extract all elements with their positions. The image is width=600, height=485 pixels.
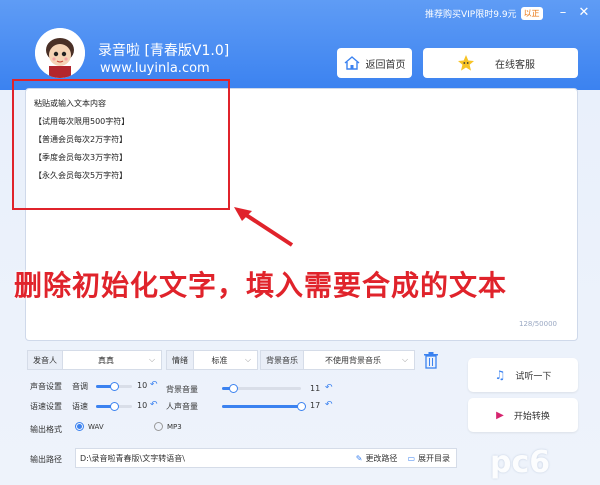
- listen-button[interactable]: ♫ 试听一下: [468, 358, 578, 392]
- emotion-label: 情绪: [167, 351, 194, 369]
- convert-label: 开始转换: [513, 411, 550, 422]
- bgm-select[interactable]: 背景音乐 不使用背景音乐 ⌵: [260, 350, 415, 370]
- bg-volume-value: 11: [310, 384, 321, 393]
- speed-setting-label: 语速设置: [30, 402, 62, 411]
- convert-button[interactable]: ▶ 开始转换: [468, 398, 578, 432]
- trash-icon[interactable]: [423, 351, 439, 369]
- minimize-icon[interactable]: –: [556, 5, 570, 20]
- bg-volume-slider[interactable]: [222, 384, 301, 393]
- bg-volume-slider-handle[interactable]: [228, 384, 238, 393]
- reset-icon[interactable]: ↶: [150, 380, 158, 390]
- speed-slider[interactable]: [96, 402, 132, 411]
- home-button[interactable]: 返回首页: [337, 48, 412, 78]
- emotion-select[interactable]: 情绪 标准 ⌵: [166, 350, 258, 370]
- output-path-value: D:\录音啦青春版\文字转语音\: [80, 453, 185, 463]
- app-title: 录音啦 [青春版V1.0]: [98, 43, 230, 59]
- bgm-label: 背景音乐: [261, 351, 304, 369]
- watermark: pc6: [490, 445, 551, 480]
- speed-value: 10: [137, 401, 148, 410]
- voice-volume-slider[interactable]: [222, 402, 306, 411]
- speaker-label: 发音人: [28, 351, 63, 369]
- open-dir-button[interactable]: ▭ 展开目录: [407, 453, 450, 464]
- edit-icon: ✎: [355, 453, 363, 463]
- chevron-down-icon: ⌵: [402, 355, 409, 364]
- listen-label: 试听一下: [515, 371, 552, 382]
- change-path-label: 更改路径: [365, 453, 398, 463]
- speed-slider-handle[interactable]: [109, 402, 119, 411]
- reset-icon[interactable]: ↶: [325, 383, 333, 393]
- pitch-label: 音调: [72, 382, 88, 391]
- speaker-select[interactable]: 发音人 真真 ⌵: [27, 350, 162, 370]
- cartoon-avatar-icon: [35, 28, 85, 78]
- header-bar: 推荐购买VIP限时9.9元 以正 – ✕ 录音啦 [青春版V1.0] www.l…: [0, 0, 600, 90]
- folder-icon: ▭: [407, 453, 415, 463]
- output-format-label: 输出格式: [30, 425, 62, 434]
- app-window: 推荐购买VIP限时9.9元 以正 – ✕ 录音啦 [青春版V1.0] www.l…: [0, 0, 600, 485]
- annotation-highlight-box: [12, 79, 230, 210]
- vip-promo[interactable]: 推荐购买VIP限时9.9元 以正: [425, 7, 543, 20]
- format-wav-label: WAV: [88, 422, 104, 431]
- online-service-label: 在线客服: [495, 59, 535, 71]
- online-service-button[interactable]: 在线客服: [423, 48, 578, 78]
- pitch-slider[interactable]: [96, 382, 132, 391]
- pitch-slider-handle[interactable]: [109, 382, 119, 391]
- chevron-down-icon: ⌵: [245, 355, 252, 364]
- char-counter: 128/50000: [519, 320, 557, 328]
- speaker-value: 真真: [98, 355, 114, 365]
- reset-icon[interactable]: ↶: [150, 400, 158, 410]
- voice-volume-label: 人声音量: [166, 402, 198, 411]
- speed-label: 语速: [72, 402, 88, 411]
- voice-volume-slider-fill: [222, 405, 301, 408]
- emotion-value: 标准: [211, 355, 228, 365]
- voice-volume-value: 17: [310, 401, 321, 410]
- format-mp3-label: MP3: [167, 422, 182, 431]
- format-mp3-radio[interactable]: MP3: [154, 422, 182, 431]
- radio-unselected-icon: [154, 422, 163, 431]
- format-wav-radio[interactable]: WAV: [75, 422, 104, 431]
- music-note-icon: ♫: [494, 368, 506, 382]
- bgm-value: 不使用背景音乐: [325, 355, 381, 365]
- voice-setting-label: 声音设置: [30, 382, 62, 391]
- reset-icon[interactable]: ↶: [325, 400, 333, 410]
- voice-volume-slider-handle[interactable]: [296, 402, 306, 411]
- vip-badge: 以正: [520, 7, 543, 20]
- output-path-label: 输出路径: [30, 455, 62, 464]
- home-button-label: 返回首页: [365, 59, 406, 71]
- home-icon: [344, 56, 359, 70]
- play-icon: ▶: [496, 409, 504, 421]
- bg-volume-label: 背景音量: [166, 385, 198, 394]
- vip-promo-text: 推荐购买VIP限时9.9元: [425, 10, 517, 20]
- avatar: [35, 28, 85, 78]
- chevron-down-icon: ⌵: [149, 355, 156, 364]
- open-dir-label: 展开目录: [418, 453, 450, 463]
- output-path-field[interactable]: D:\录音啦青春版\文字转语音\ ✎ 更改路径 ▭ 展开目录: [75, 448, 457, 468]
- close-icon[interactable]: ✕: [577, 5, 591, 20]
- radio-selected-icon: [75, 422, 84, 431]
- app-url: www.luyinla.com: [100, 61, 210, 76]
- annotation-text: 删除初始化文字，填入需要合成的文本: [14, 269, 508, 302]
- annotation-arrow-icon: [234, 207, 294, 247]
- pitch-value: 10: [137, 381, 148, 390]
- change-path-button[interactable]: ✎ 更改路径: [356, 453, 398, 464]
- star-face-icon: [458, 55, 474, 71]
